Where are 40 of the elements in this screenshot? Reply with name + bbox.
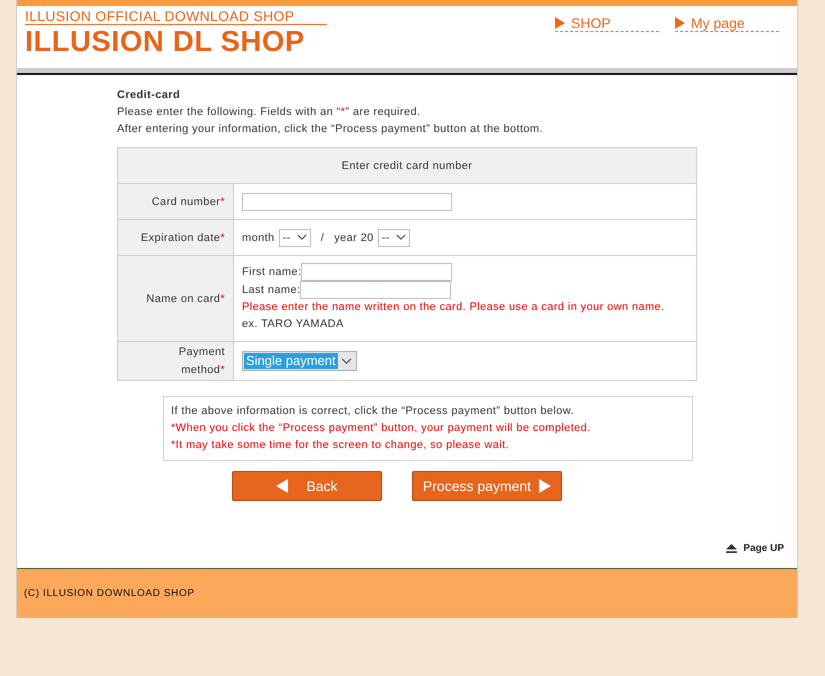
left-triangle-icon — [276, 479, 288, 493]
section-heading: Credit-card — [117, 88, 182, 103]
first-name-field[interactable] — [301, 263, 452, 281]
nav-link[interactable]: My page — [675, 14, 779, 32]
example-text: ex. TARO YAMADA — [242, 317, 345, 332]
warning-text: Please enter the name written on the card. Please use a card in your own name. — [242, 300, 666, 315]
copyright-text: (C) ILLUSION DOWNLOAD SHOP — [24, 588, 195, 599]
instruction-text: After entering your information, click the “Process payment” button at the bottom. — [117, 122, 544, 137]
first-name-label: First name: — [242, 264, 302, 280]
notice-text: *When you click the “Process payment” button, your payment will be completed. — [171, 421, 592, 436]
back-button[interactable]: Back — [232, 471, 382, 501]
field-label: Expiration date* — [140, 232, 225, 244]
nav-link[interactable]: SHOP — [555, 14, 659, 32]
notice-text: *It may take some time for the screen to change, so please wait. — [171, 438, 510, 453]
process-payment-button[interactable]: Process payment — [412, 471, 562, 501]
month-select[interactable]: -- — [278, 228, 311, 246]
shop-subtitle: ILLUSION OFFICIAL DOWNLOAD SHOP — [25, 6, 327, 25]
chevron-down-icon — [340, 358, 352, 364]
payment-select[interactable]: Single payment — [242, 351, 357, 371]
right-triangle-icon — [539, 479, 552, 493]
page-up-link[interactable]: Page UP — [726, 543, 784, 554]
last-name-field[interactable] — [300, 281, 452, 299]
month-label: month — [242, 232, 275, 244]
card-number-field[interactable] — [242, 192, 452, 210]
form-title: Enter credit card number — [118, 148, 696, 184]
notice-text: If the above information is correct, click the “Process payment” button below. — [171, 404, 575, 419]
eject-icon — [726, 544, 738, 553]
separator-text: / — [320, 232, 324, 244]
instruction-text: Please enter the following. Fields with an “*” are required. — [117, 105, 422, 120]
shop-logo[interactable]: ILLUSION DL SHOP — [25, 25, 327, 59]
play-icon — [555, 16, 565, 28]
chevron-down-icon — [396, 234, 406, 241]
year-select[interactable]: -- — [378, 228, 410, 246]
field-label: Name on card* — [145, 292, 225, 304]
field-label: Card number* — [150, 196, 225, 208]
chevron-down-icon — [296, 234, 307, 241]
year-label: year 20 — [334, 232, 374, 244]
field-label: Payment method* — [178, 345, 225, 378]
last-name-label: Last name: — [242, 282, 300, 298]
play-icon — [675, 16, 685, 28]
